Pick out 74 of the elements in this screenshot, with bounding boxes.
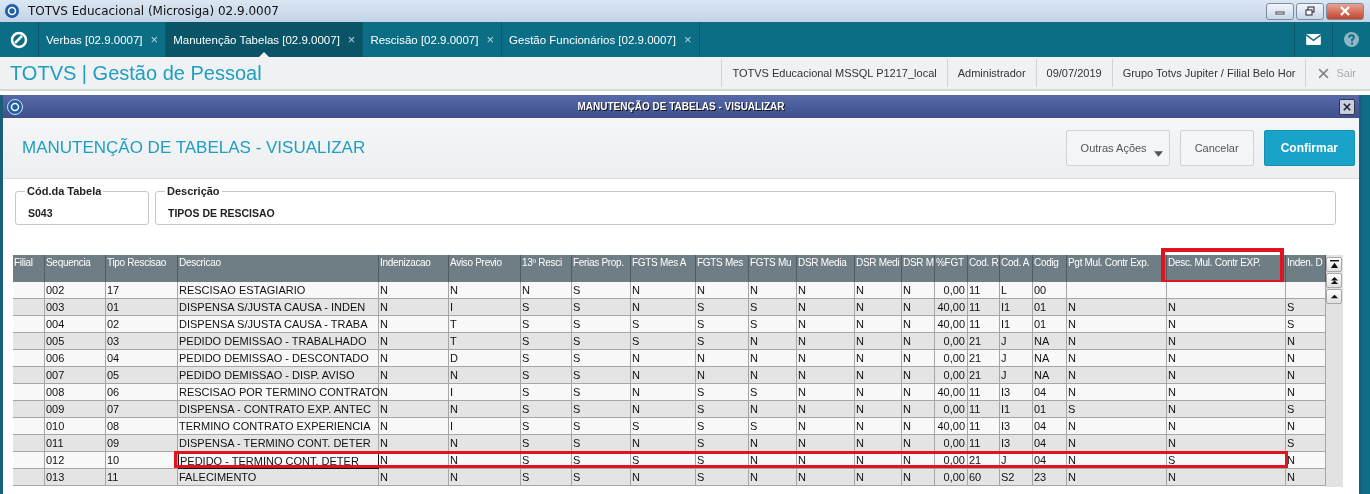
tab-close-button[interactable]: × — [486, 32, 495, 47]
tab-label: Gestão Funcionários [02.9.0007] — [509, 33, 676, 46]
table-row[interactable]: 013 11 FALECIMENTO N N S S N S N N N N 0,00 60 S2 23 N N N — [13, 469, 1326, 486]
field-label: Descrição — [166, 185, 221, 197]
tab-label: Verbas [02.9.0007] — [46, 33, 143, 46]
field-label: Cód.da Tabela — [26, 185, 103, 197]
table-cell: N — [379, 469, 449, 486]
table-cell: N — [1067, 469, 1167, 486]
app-title: TOTVS | Gestão de Pessoal — [10, 61, 262, 85]
table-cell: I3 — [1000, 435, 1033, 452]
table-cell: 11 — [968, 435, 1000, 452]
tab-close-button[interactable]: × — [347, 32, 356, 47]
table-cell: N — [749, 469, 797, 486]
tab[interactable]: Manutenção Tabelas [02.9.0007] × — [166, 22, 364, 57]
header-info: TOTVS Educacional MSSQL P1217_local — [721, 59, 947, 87]
table-cell: S — [572, 435, 631, 452]
table-row[interactable]: 006 04 PEDIDO DEMISSAO - DESCONTADO N D S S N N N N N N 0,00 21 J NA N N N — [13, 350, 1326, 367]
table-cell: N — [855, 469, 902, 486]
header-info: Administrador — [946, 59, 1036, 87]
table-cell: S — [521, 469, 572, 486]
dialog-title: MANUTENÇÃO DE TABELAS - VISUALIZAR — [576, 101, 786, 112]
table-cell: N — [902, 469, 935, 486]
table-cell: FALECIMENTO — [178, 469, 379, 486]
table-row[interactable]: 008 06 RESCISAO POR TERMINO CONTRATON I S S N S S N N N 40,00 11 I3 04 N N N — [13, 384, 1326, 401]
table-cell: N — [797, 435, 855, 452]
table-cell: S — [696, 469, 749, 486]
header-info: 09/07/2019 — [1035, 59, 1112, 87]
table-row[interactable]: 011 09 DISPENSA - TERMINO CONT. DETER N N S S N S N N N N 0,00 11 I3 04 N N S — [13, 435, 1326, 452]
table-cell: S — [572, 469, 631, 486]
tab-label: Rescisão [02.9.0007] — [370, 33, 479, 46]
table-cell: N — [1167, 435, 1286, 452]
table-row[interactable]: 010 08 TERMINO CONTRATO EXPERIENCIA N I S S S S S N N N 40,00 11 I3 04 N N N — [13, 418, 1326, 435]
table-cell: N — [449, 435, 521, 452]
table-row[interactable]: 009 07 DISPENSA - CONTRATO EXP. ANTEC N N S S N S N N N N 0,00 11 I1 01 S N S — [13, 401, 1326, 418]
table-cell: 60 — [968, 469, 1000, 486]
table-cell: N — [749, 435, 797, 452]
table-row[interactable]: 012 10 PEDIDO - TERMINO CONT. DETER N N S S S S N N N N 0,00 21 J 04 N S N — [13, 452, 1326, 469]
table-cell: 0,00 — [935, 435, 968, 452]
table-cell: N — [631, 469, 696, 486]
confirm-button[interactable]: Confirmar — [1263, 130, 1355, 166]
table-cell: N — [902, 435, 935, 452]
table-cell: N — [1067, 435, 1167, 452]
table-cell: S — [521, 435, 572, 452]
tab-label: Manutenção Tabelas [02.9.0007] — [173, 33, 340, 46]
table-cell: 04 — [1033, 435, 1067, 452]
table-cell: S2 — [1000, 469, 1033, 486]
table-row[interactable]: 007 05 PEDIDO DEMISSAO - DISP. AVISO N N S S N N N N N N 0,00 21 J NA N N N — [13, 367, 1326, 384]
table-row[interactable]: 004 02 DISPENSA S/JUSTA CAUSA - TRABA N T S S S S S N N N 40,00 11 I1 01 N N S — [13, 316, 1326, 333]
table-row[interactable]: 002 17 RESCISAO ESTAGIARIO N N N S N N N N N N 0,00 11 L 00 — [13, 282, 1326, 299]
table-cell: N — [379, 435, 449, 452]
table-row[interactable]: 005 03 PEDIDO DEMISSAO - TRABALHADO N T S S S S N N N N 0,00 21 J NA N N N — [13, 333, 1326, 350]
table-row[interactable]: 003 01 DISPENSA S/JUSTA CAUSA - INDEN N I S S N S S N N N 40,00 11 I1 01 N N S — [13, 299, 1326, 316]
cancel-button[interactable]: Cancelar — [1179, 130, 1254, 166]
header-info: Grupo Totvs Jupiter / Filial Belo Hor — [1111, 59, 1306, 87]
table-cell: N — [631, 435, 696, 452]
table-cell: 0,00 — [935, 469, 968, 486]
text-field[interactable]: Descrição TIPOS DE RESCISAO — [155, 185, 1336, 225]
table-cell: N — [855, 435, 902, 452]
table-cell: 23 — [1033, 469, 1067, 486]
window-title: TOTVS Educacional (Microsiga) 02.9.0007 — [28, 4, 279, 18]
field-value: TIPOS DE RESCISAO — [168, 207, 275, 219]
page-heading: MANUTENÇÃO DE TABELAS - VISUALIZAR — [22, 138, 366, 158]
table-cell: N — [1167, 469, 1286, 486]
field-value: S043 — [28, 207, 53, 219]
table-cell: 013 — [45, 469, 106, 486]
table-cell: DISPENSA - TERMINO CONT. DETER — [178, 435, 379, 452]
table-cell: N — [797, 469, 855, 486]
actions-menu-button[interactable]: Outras Ações — [1065, 130, 1170, 166]
tab-close-button[interactable]: × — [683, 32, 692, 47]
table-cell: 11 — [106, 469, 178, 486]
table-cell: N — [449, 469, 521, 486]
tab-close-button[interactable]: × — [150, 32, 159, 47]
table-cell: S — [696, 435, 749, 452]
text-field[interactable]: Cód.da Tabela S043 — [15, 185, 149, 225]
